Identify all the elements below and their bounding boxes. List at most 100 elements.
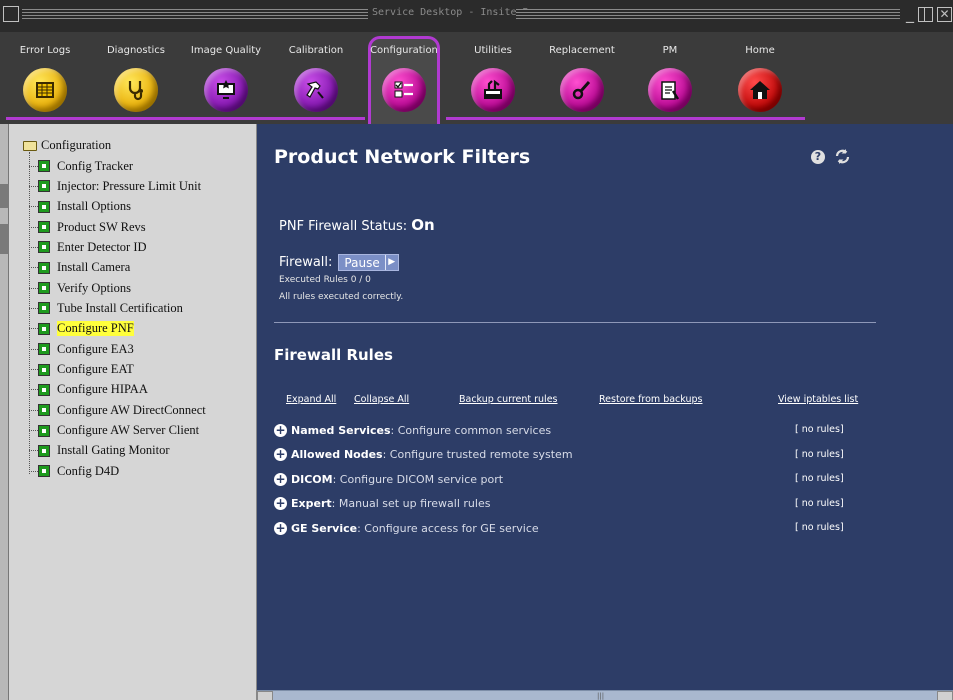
rule-name: Named Services	[291, 423, 391, 437]
toolbar-configuration[interactable]: Configuration	[366, 32, 442, 124]
tree-item[interactable]: Configure AW DirectConnect	[29, 400, 206, 420]
tree-item[interactable]: Configure PNF	[29, 319, 134, 339]
firewall-label: Firewall:	[279, 255, 333, 270]
rule-description: : Configure access for GE service	[357, 521, 539, 535]
expand-plus-icon[interactable]: +	[274, 448, 287, 461]
config-item-icon	[38, 302, 50, 315]
tree-item[interactable]: Verify Options	[29, 278, 131, 298]
rule-row[interactable]: + Allowed Nodes: Configure trusted remote…	[274, 447, 573, 463]
tree-item[interactable]: Product SW Revs	[29, 217, 146, 237]
tree-connector	[29, 450, 38, 452]
home-icon	[738, 68, 782, 112]
maximize-button[interactable]	[918, 7, 933, 22]
page-title: Product Network Filters	[274, 146, 531, 168]
tree-item-label: Config Tracker	[57, 158, 134, 173]
expand-plus-icon[interactable]: +	[274, 472, 287, 486]
title-bar-grip-right	[516, 9, 900, 21]
minimize-button[interactable]: _	[906, 6, 914, 22]
tree-item[interactable]: Configure EAT	[29, 360, 134, 380]
expand-all-link[interactable]: Expand All	[286, 394, 336, 405]
rule-name: Expert	[291, 497, 332, 510]
tree-item-label: Install Camera	[57, 260, 131, 275]
tree-item-label: Install Gating Monitor	[57, 443, 170, 458]
tree-item[interactable]: Configure HIPAA	[29, 380, 148, 400]
config-item-icon	[38, 363, 50, 376]
toolbar-pm[interactable]: PM	[632, 32, 708, 124]
tree-connector	[29, 369, 38, 370]
config-item-icon	[38, 322, 50, 335]
toolbar-image-quality[interactable]: Image Quality	[188, 32, 264, 124]
navigation-tree: Configuration Config Tracker Injector: Pr…	[9, 124, 257, 700]
expand-plus-icon[interactable]: +	[274, 521, 287, 535]
tree-connector	[29, 165, 38, 167]
toolbar-label: Home	[745, 45, 775, 56]
window-title-bar: Service Desktop - Insite_Browser _ ✕	[0, 0, 953, 32]
collapse-all-link[interactable]: Collapse All	[354, 394, 409, 405]
clipboard-icon	[648, 68, 692, 112]
pause-button[interactable]: Pause ▶	[338, 254, 399, 271]
toolbar-label: Calibration	[288, 45, 344, 56]
tree-item[interactable]: Install Options	[29, 197, 131, 217]
toolbar-replacement[interactable]: Replacement	[544, 32, 620, 124]
toolbar-label: Configuration	[370, 45, 438, 56]
close-button[interactable]: ✕	[937, 7, 952, 22]
toolbar-label: Utilities	[474, 45, 512, 56]
expand-plus-icon[interactable]: +	[274, 423, 287, 437]
error-log-icon	[23, 68, 67, 112]
scroll-left-button[interactable]	[257, 691, 273, 700]
tree-connector	[29, 307, 38, 309]
rule-status: [ no rules]	[795, 448, 844, 460]
config-item-icon	[38, 221, 50, 234]
left-strip-marker	[0, 184, 9, 208]
rule-row[interactable]: + Expert: Manual set up firewall rules	[274, 496, 490, 512]
help-icon[interactable]: ?	[811, 150, 825, 164]
window-menu-button[interactable]	[3, 6, 19, 22]
tree-item-label: Configure HIPAA	[57, 382, 148, 397]
tree-item[interactable]: Tube Install Certification	[29, 298, 183, 318]
firewall-status-value: On	[411, 216, 435, 234]
backup-rules-link[interactable]: Backup current rules	[459, 394, 558, 405]
toolbar-calibration[interactable]: Calibration	[278, 32, 354, 124]
view-iptables-link[interactable]: View iptables list	[778, 394, 858, 405]
toolbar-label: Image Quality	[190, 45, 262, 56]
restore-backups-link[interactable]: Restore from backups	[599, 394, 702, 405]
rule-row[interactable]: + Named Services: Configure common servic…	[274, 422, 551, 438]
rule-row[interactable]: + GE Service: Configure access for GE ser…	[274, 520, 539, 536]
tree-item[interactable]: Enter Detector ID	[29, 237, 147, 257]
toolbar-utilities[interactable]: Utilities	[455, 32, 531, 124]
tree-item[interactable]: Injector: Pressure Limit Unit	[29, 176, 201, 196]
horizontal-scrollbar[interactable]: |||	[257, 690, 953, 700]
tree-item-label: Config D4D	[57, 463, 120, 478]
tree-item-label: Product SW Revs	[57, 219, 146, 234]
monitor-icon	[204, 68, 248, 112]
stethoscope-icon	[114, 68, 158, 112]
tree-connector	[29, 470, 38, 472]
firewall-status-label: PNF Firewall Status:	[279, 219, 408, 234]
tree-item[interactable]: Configure AW Server Client	[29, 421, 199, 441]
title-bar-grip-left	[22, 9, 368, 21]
tree-item[interactable]: Config D4D	[29, 461, 119, 481]
refresh-icon[interactable]	[834, 148, 851, 169]
scroll-right-button[interactable]	[937, 691, 953, 700]
toolbar-label: Replacement	[549, 45, 615, 56]
tree-root-configuration[interactable]: Configuration	[23, 138, 111, 153]
tree-item[interactable]: Install Camera	[29, 258, 130, 278]
expand-plus-icon[interactable]: +	[274, 497, 287, 510]
tree-root-label: Configuration	[41, 138, 112, 152]
scroll-grip-icon: |||	[597, 692, 605, 700]
tree-item-label: Injector: Pressure Limit Unit	[57, 178, 202, 193]
toolbar-home[interactable]: Home	[722, 32, 798, 124]
toolbar-error-logs[interactable]: Error Logs	[7, 32, 83, 124]
firewall-control: Firewall: Pause ▶	[279, 254, 399, 271]
tree-connector	[29, 348, 38, 350]
config-item-icon	[38, 444, 50, 457]
tree-connector	[29, 328, 38, 330]
config-item-icon	[38, 282, 50, 295]
toolbar-diagnostics[interactable]: Diagnostics	[98, 32, 174, 124]
wrench-icon	[560, 68, 604, 112]
tree-item[interactable]: Configure EA3	[29, 339, 134, 359]
rule-row[interactable]: + DICOM: Configure DICOM service port	[274, 471, 503, 487]
tree-item[interactable]: Install Gating Monitor	[29, 441, 170, 461]
config-item-icon	[38, 424, 50, 437]
tree-item[interactable]: Config Tracker	[29, 156, 133, 176]
